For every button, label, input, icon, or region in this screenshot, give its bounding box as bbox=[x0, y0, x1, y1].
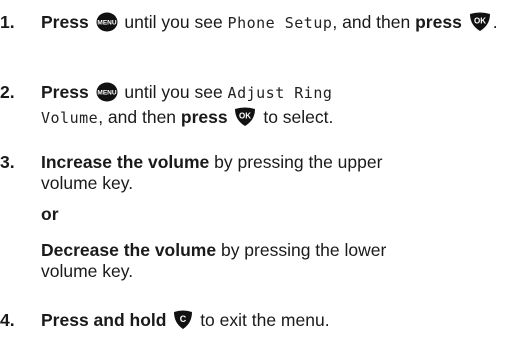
step-emphasis: Increase the volume bbox=[41, 152, 210, 172]
step-4: 4. Press and hold C to exit the menu. bbox=[0, 310, 521, 335]
press-label: Press bbox=[41, 12, 89, 32]
ok-key-icon: OK bbox=[234, 107, 256, 132]
or-label: or bbox=[41, 204, 59, 224]
svg-text:MENU: MENU bbox=[97, 90, 116, 97]
lcd-text: Phone Setup bbox=[227, 14, 333, 32]
step-2: 2. Press MENU until you see Adjust Ring … bbox=[0, 82, 521, 132]
svg-text:OK: OK bbox=[474, 17, 486, 26]
step-number: 4. bbox=[0, 310, 15, 330]
step-1: 1. Press MENU until you see Phone Setup,… bbox=[0, 12, 521, 37]
lcd-text: Volume bbox=[41, 109, 99, 127]
clear-key-icon: C bbox=[173, 310, 193, 335]
lcd-text: Adjust Ring bbox=[227, 84, 333, 102]
step-number: 3. bbox=[0, 152, 15, 172]
svg-text:MENU: MENU bbox=[97, 20, 116, 27]
ok-key-icon: OK bbox=[469, 12, 491, 37]
step-number: 1. bbox=[0, 12, 15, 32]
press-label: press bbox=[180, 107, 228, 127]
step-emphasis: Press and hold bbox=[41, 310, 167, 330]
press-label: Press bbox=[41, 82, 89, 102]
step-3-alternative: Decrease the volume by pressing the lowe… bbox=[41, 240, 387, 281]
menu-key-icon: MENU bbox=[96, 82, 118, 107]
step-emphasis: Decrease the volume bbox=[41, 240, 217, 260]
svg-text:OK: OK bbox=[239, 112, 251, 121]
menu-key-icon: MENU bbox=[96, 12, 118, 37]
svg-text:C: C bbox=[180, 314, 187, 324]
press-label: press bbox=[415, 12, 462, 32]
step-3: 3. Increase the volume by pressing the u… bbox=[0, 152, 383, 193]
step-number: 2. bbox=[0, 82, 15, 102]
